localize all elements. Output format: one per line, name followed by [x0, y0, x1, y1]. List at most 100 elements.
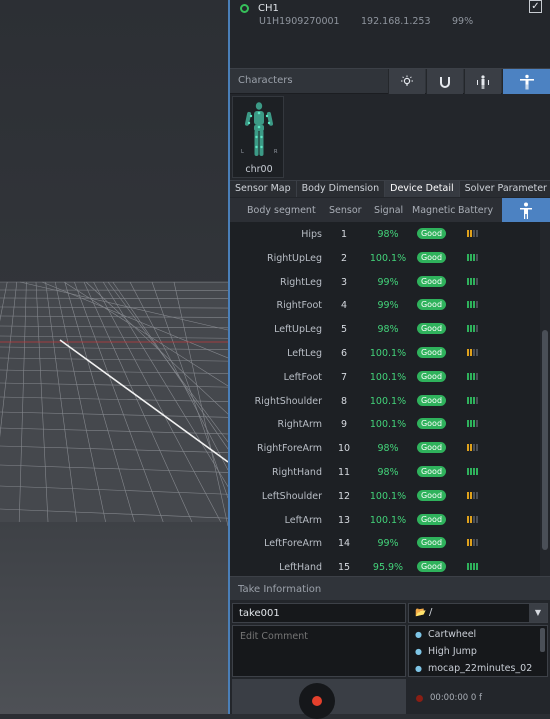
- battery-bar: [470, 397, 472, 404]
- magnetic-badge: Good: [417, 323, 446, 334]
- header-body-segment: Body segment: [247, 205, 316, 216]
- battery-indicator: [467, 373, 478, 380]
- table-scrollbar[interactable]: [540, 222, 550, 576]
- cell-body-segment: LeftUpLeg: [274, 324, 322, 335]
- battery-bar: [467, 373, 469, 380]
- body-split-button[interactable]: [464, 69, 501, 94]
- tab-device-detail[interactable]: Device Detail: [385, 181, 460, 197]
- cell-sensor: 7: [334, 372, 354, 383]
- battery-bar: [473, 420, 475, 427]
- battery-bar: [470, 301, 472, 308]
- table-header: Body segment Sensor Signal Magnetic Batt…: [230, 198, 502, 222]
- 3d-viewport[interactable]: [0, 0, 228, 714]
- cell-body-segment: LeftForeArm: [264, 538, 322, 549]
- bulb-button[interactable]: [388, 69, 425, 94]
- magnet-button[interactable]: [426, 69, 463, 94]
- character-name: chr00: [233, 164, 285, 175]
- battery-bar: [476, 278, 478, 285]
- cell-sensor: 6: [334, 348, 354, 359]
- battery-bar: [476, 444, 478, 451]
- table-row[interactable]: LeftUpLeg598%Good: [230, 317, 530, 341]
- battery-bar: [467, 278, 469, 285]
- tab-sensor-map[interactable]: Sensor Map: [230, 181, 297, 197]
- table-row[interactable]: RightHand1198%Good: [230, 460, 530, 484]
- battery-bar: [467, 230, 469, 237]
- cell-signal: 100.1%: [368, 348, 408, 359]
- channel-label: CH1: [258, 3, 279, 14]
- table-scrollbar-thumb[interactable]: [542, 330, 548, 550]
- take-list-scrollbar[interactable]: [540, 628, 545, 652]
- character-figure-icon: L R: [233, 97, 285, 163]
- table-row[interactable]: RightFoot499%Good: [230, 293, 530, 317]
- cell-signal: 98%: [368, 324, 408, 335]
- viewport-canvas[interactable]: [0, 0, 228, 714]
- device-section: CH1 U1H1909270001 192.168.1.253 99% ✓: [230, 0, 550, 68]
- cell-body-segment: LeftArm: [285, 515, 322, 526]
- battery-indicator: [467, 492, 478, 499]
- cell-signal: 100.1%: [368, 396, 408, 407]
- body-view-button[interactable]: [502, 198, 550, 224]
- cell-signal: 98%: [368, 229, 408, 240]
- battery-bar: [473, 349, 475, 356]
- battery-bar: [476, 230, 478, 237]
- battery-bar: [473, 539, 475, 546]
- tab-solver-parameter[interactable]: Solver Parameter: [460, 181, 550, 197]
- magnetic-badge: Good: [417, 466, 446, 477]
- battery-indicator: [467, 444, 478, 451]
- bullet-icon: ●: [415, 664, 422, 673]
- cell-sensor: 11: [334, 467, 354, 478]
- battery-bar: [476, 539, 478, 546]
- channel-row[interactable]: CH1: [240, 0, 279, 16]
- table-row[interactable]: RightArm9100.1%Good: [230, 412, 530, 436]
- table-row[interactable]: RightLeg399%Good: [230, 270, 530, 294]
- table-row[interactable]: LeftFoot7100.1%Good: [230, 365, 530, 389]
- device-ip: 192.168.1.253: [361, 16, 431, 30]
- device-checkbox[interactable]: ✓: [529, 0, 542, 13]
- table-row[interactable]: LeftArm13100.1%Good: [230, 508, 530, 532]
- table-row[interactable]: LeftHand1595.9%Good: [230, 555, 530, 576]
- battery-bar: [470, 420, 472, 427]
- table-row[interactable]: RightUpLeg2100.1%Good: [230, 246, 530, 270]
- table-row[interactable]: Hips198%Good: [230, 222, 530, 246]
- battery-indicator: [467, 420, 478, 427]
- battery-bar: [473, 230, 475, 237]
- table-row[interactable]: LeftForeArm1499%Good: [230, 531, 530, 555]
- battery-bar: [476, 492, 478, 499]
- list-item[interactable]: ●Cartwheel: [409, 626, 547, 643]
- t-pose-button[interactable]: [502, 69, 550, 94]
- header-magnetic: Magnetic: [412, 205, 456, 216]
- cell-signal: 99%: [368, 300, 408, 311]
- chevron-down-icon[interactable]: ▼: [529, 604, 547, 622]
- take-path-select[interactable]: 📂 / ▼: [408, 603, 548, 623]
- battery-bar: [473, 516, 475, 523]
- record-icon: [312, 696, 322, 706]
- take-name-input[interactable]: [232, 603, 406, 623]
- device-detail-table[interactable]: Hips198%GoodRightUpLeg2100.1%GoodRightLe…: [230, 222, 540, 576]
- battery-bar: [473, 468, 475, 475]
- character-card[interactable]: L R chr00: [232, 96, 284, 178]
- magnetic-badge: Good: [417, 418, 446, 429]
- battery-bar: [470, 563, 472, 570]
- comment-field[interactable]: [232, 625, 406, 677]
- battery-indicator: [467, 301, 478, 308]
- cell-body-segment: RightHand: [272, 467, 322, 478]
- battery-bar: [470, 230, 472, 237]
- list-item[interactable]: ●High Jump: [409, 643, 547, 660]
- battery-indicator: [467, 516, 478, 523]
- battery-indicator: [467, 325, 478, 332]
- record-timer: 00:00:00 0 f: [430, 693, 482, 703]
- table-row[interactable]: RightShoulder8100.1%Good: [230, 389, 530, 413]
- list-item[interactable]: ●mocap_22minutes_02: [409, 660, 547, 677]
- take-list[interactable]: ●Cartwheel ●High Jump ●mocap_22minutes_0…: [408, 625, 548, 677]
- header-signal: Signal: [374, 205, 403, 216]
- battery-bar: [476, 254, 478, 261]
- cell-sensor: 4: [334, 300, 354, 311]
- bullet-icon: ●: [415, 630, 422, 639]
- table-row[interactable]: LeftShoulder12100.1%Good: [230, 484, 530, 508]
- tab-body-dimension[interactable]: Body Dimension: [297, 181, 386, 197]
- folder-icon: 📂: [415, 608, 426, 618]
- cell-body-segment: LeftShoulder: [262, 491, 322, 502]
- battery-bar: [476, 397, 478, 404]
- table-row[interactable]: LeftLeg6100.1%Good: [230, 341, 530, 365]
- table-row[interactable]: RightForeArm1098%Good: [230, 436, 530, 460]
